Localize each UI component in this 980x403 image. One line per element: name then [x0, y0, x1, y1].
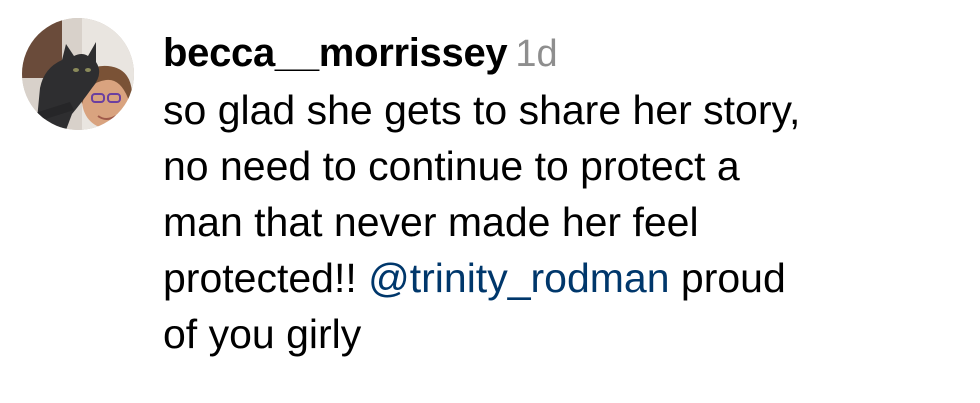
comment: becca__morrissey 1d so glad she gets to s… — [0, 0, 980, 403]
comment-line-4-start: protected!! — [163, 255, 369, 301]
user-avatar[interactable] — [22, 18, 134, 130]
comment-header: becca__morrissey 1d — [163, 24, 963, 82]
comment-line-2: no need to continue to protect a — [163, 143, 740, 189]
mention-link[interactable]: @trinity_rodman — [368, 255, 669, 301]
comment-line-4: protected!! @trinity_rodman proud — [163, 250, 963, 306]
username-link[interactable]: becca__morrissey — [163, 31, 508, 75]
comment-line-3: man that never made her feel — [163, 199, 699, 245]
comment-body: becca__morrissey 1d so glad she gets to s… — [163, 24, 963, 362]
comment-line-5: of you girly — [163, 311, 362, 357]
avatar-photo — [22, 18, 134, 130]
comment-line-4-end: proud — [669, 255, 786, 301]
comment-line-1: so glad she gets to share her story, — [163, 87, 801, 133]
comment-timestamp[interactable]: 1d — [515, 33, 557, 75]
comment-text: so glad she gets to share her story, no … — [163, 82, 963, 362]
